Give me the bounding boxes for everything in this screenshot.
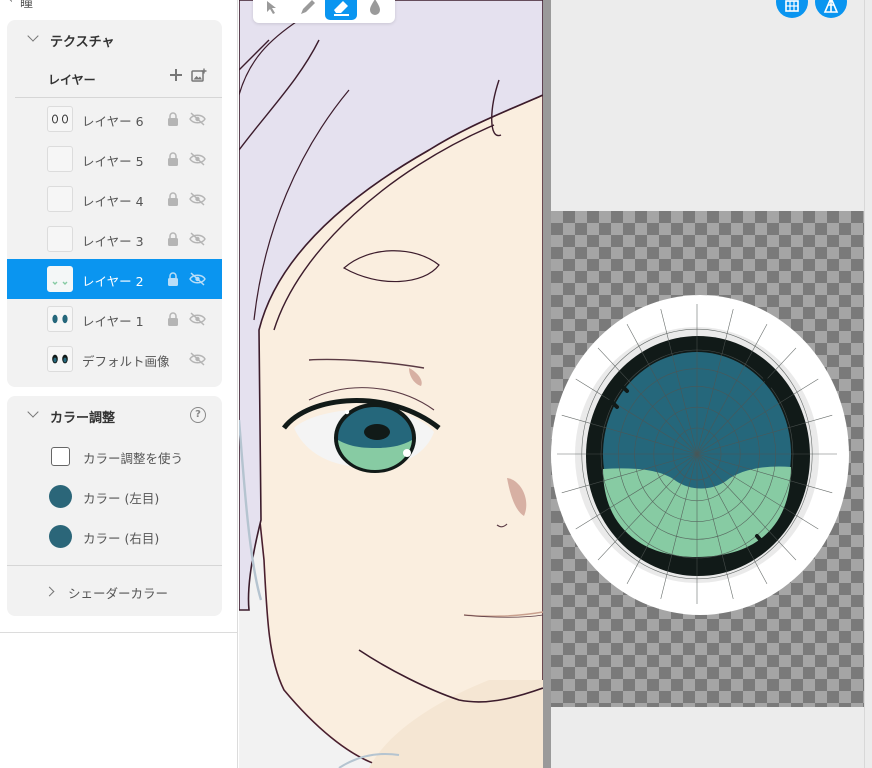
layer-name: レイヤー 3 — [82, 234, 144, 249]
color-section-title: カラー調整 — [50, 411, 116, 426]
inspector-panel: ‹ 瞳 テクスチャ レイヤー レイヤー 6 レイヤー 5 レイヤー 4 レイヤー 3 レ… — [0, 0, 238, 768]
visibility-off-icon[interactable] — [189, 231, 206, 246]
help-icon[interactable]: ? — [190, 407, 206, 423]
back-chevron-icon[interactable]: ‹ — [8, 0, 13, 7]
layer-row[interactable]: レイヤー 1 — [7, 299, 222, 339]
add-layer-icon[interactable] — [169, 68, 183, 82]
texture-editor-view[interactable] — [551, 0, 872, 768]
color-adjust-section: カラー調整 ? カラー調整を使う カラー (左目) カラー (右目) シェーダー… — [7, 396, 222, 616]
breadcrumb-label: 瞳 — [20, 0, 34, 11]
divider — [0, 632, 238, 633]
chevron-right-icon[interactable] — [44, 586, 55, 597]
visibility-off-icon[interactable] — [189, 111, 206, 126]
lock-icon[interactable] — [167, 151, 179, 166]
layer-row[interactable]: レイヤー 5 — [7, 139, 222, 179]
layer-name: デフォルト画像 — [82, 354, 170, 369]
lock-icon[interactable] — [167, 271, 179, 286]
left-eye-color-swatch[interactable] — [49, 485, 72, 508]
layer-thumbnail — [47, 266, 73, 292]
pen-icon[interactable] — [291, 0, 323, 20]
visibility-off-icon[interactable] — [189, 151, 206, 166]
layer-name: レイヤー 2 — [82, 274, 144, 289]
layer-row[interactable]: レイヤー 2 — [7, 259, 222, 299]
layer-row[interactable]: デフォルト画像 — [7, 339, 222, 379]
right-eye-color-label: カラー (右目) — [83, 531, 160, 546]
layer-name: レイヤー 4 — [82, 194, 144, 209]
layer-name: レイヤー 1 — [82, 314, 144, 329]
cursor-icon[interactable] — [255, 0, 287, 20]
shader-color-toggle[interactable]: シェーダーカラー — [68, 583, 168, 602]
uv-mesh-icon[interactable] — [815, 0, 847, 18]
visibility-off-icon[interactable] — [189, 351, 206, 366]
chevron-down-icon[interactable] — [27, 406, 39, 418]
texture-section-header[interactable]: テクスチャ — [7, 20, 222, 60]
layer-list-header: レイヤー — [48, 73, 96, 87]
use-color-adjust-label[interactable]: カラー調整を使う — [83, 448, 183, 467]
lock-icon[interactable] — [167, 191, 179, 206]
avatar-face-render — [239, 0, 543, 768]
visibility-off-icon[interactable] — [189, 191, 206, 206]
color-section-header[interactable]: カラー調整 ? — [7, 396, 222, 436]
layer-thumbnail — [47, 146, 73, 172]
add-image-layer-icon[interactable] — [191, 68, 207, 82]
chevron-down-icon[interactable] — [27, 30, 39, 42]
left-eye-color-label: カラー (左目) — [83, 491, 160, 506]
visibility-off-icon[interactable] — [189, 271, 206, 286]
layer-thumbnail — [47, 106, 73, 132]
texture-canvas[interactable] — [551, 211, 864, 707]
layer-name: レイヤー 6 — [82, 114, 144, 129]
model-viewport[interactable] — [239, 0, 543, 768]
layer-thumbnail — [47, 306, 73, 332]
divider — [7, 565, 222, 566]
grid-icon[interactable] — [776, 0, 808, 18]
divider — [15, 97, 222, 98]
layer-thumbnail — [47, 346, 73, 372]
layer-row[interactable]: レイヤー 4 — [7, 179, 222, 219]
use-color-adjust-checkbox[interactable] — [51, 447, 70, 466]
breadcrumb[interactable]: ‹ 瞳 — [8, 0, 34, 11]
layer-thumbnail — [47, 186, 73, 212]
eraser-icon[interactable] — [325, 0, 357, 20]
layer-row[interactable]: レイヤー 6 — [7, 99, 222, 139]
layer-thumbnail — [47, 226, 73, 252]
lock-icon[interactable] — [167, 311, 179, 326]
eye-texture-image — [551, 295, 849, 615]
fill-drop-icon[interactable] — [359, 0, 391, 20]
texture-section: テクスチャ レイヤー レイヤー 6 レイヤー 5 レイヤー 4 レイヤー 3 レイヤー … — [7, 20, 222, 387]
divider — [864, 0, 865, 768]
panel-splitter[interactable] — [543, 0, 551, 768]
layer-row[interactable]: レイヤー 3 — [7, 219, 222, 259]
texture-section-title: テクスチャ — [50, 35, 115, 50]
right-eye-color-swatch[interactable] — [49, 525, 72, 548]
visibility-off-icon[interactable] — [189, 311, 206, 326]
lock-icon[interactable] — [167, 111, 179, 126]
drawing-toolbar — [253, 0, 395, 23]
lock-icon[interactable] — [167, 231, 179, 246]
layer-name: レイヤー 5 — [82, 154, 144, 169]
